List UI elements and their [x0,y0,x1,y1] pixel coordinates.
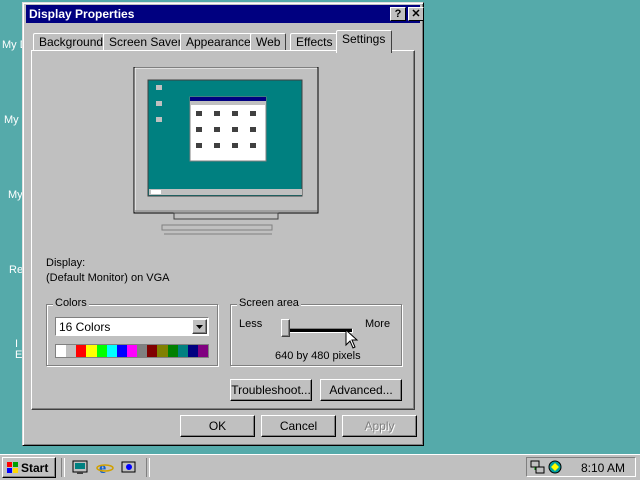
color-swatch [76,345,87,357]
title-bar[interactable]: Display Properties ? ✕ [26,5,424,23]
mouse-cursor-icon [345,329,359,349]
dropdown-arrow-button[interactable] [192,319,207,334]
display-value: (Default Monitor) on VGA [46,272,170,284]
color-swatch [157,345,168,357]
colors-select-value: 16 Colors [59,320,111,334]
show-desktop-icon[interactable] [71,458,89,476]
windows-logo-icon [7,462,18,473]
dialog-title: Display Properties [29,7,135,21]
system-tray: 8:10 AM [526,457,636,477]
color-swatch [56,345,67,357]
color-swatch [167,345,178,357]
taskbar-separator [61,458,65,477]
color-swatch [116,345,127,357]
troubleshoot-button[interactable]: Troubleshoot... [230,379,312,401]
color-swatch [137,345,148,357]
colors-group: Colors 16 Colors [46,297,218,366]
screen-area-group-label: Screen area [237,297,301,309]
clock: 8:10 AM [581,461,626,475]
screen-area-slider-thumb[interactable] [281,319,290,337]
close-button[interactable]: ✕ [408,7,424,21]
colors-group-label: Colors [53,297,89,309]
monitor-preview-icon [133,67,319,235]
color-swatch [66,345,77,357]
taskbar-separator [146,458,150,477]
desktop-icon-label[interactable]: My [8,189,23,201]
cancel-button[interactable]: Cancel [261,415,336,437]
display-properties-dialog: Display Properties ? ✕ Background Screen… [22,2,424,446]
screen-area-group: Screen area Less More 640 by 480 pixels [230,297,402,366]
svg-text:e: e [99,460,106,476]
color-swatch [177,345,188,357]
tab-web[interactable]: Web [250,33,287,51]
tab-appearance[interactable]: Appearance [180,33,257,51]
settings-panel: Display: (Default Monitor) on VGA Colors… [31,50,415,410]
help-button[interactable]: ? [390,7,406,21]
tab-background[interactable]: Background [33,33,110,51]
color-swatch [187,345,198,357]
color-swatch [147,345,158,357]
tab-effects[interactable]: Effects [290,33,339,51]
desktop-icon-label[interactable]: My [4,114,19,126]
channels-icon[interactable] [120,458,138,476]
chevron-down-icon [196,325,203,329]
start-label: Start [21,461,49,475]
slider-track[interactable] [281,328,353,333]
color-swatch [197,345,209,357]
color-swatch [106,345,117,357]
display-label: Display: [46,257,86,269]
start-button[interactable]: Start [2,457,56,478]
taskbar: Start e 8:10 AM [0,454,640,480]
colors-select[interactable]: 16 Colors [55,317,209,336]
network-icon[interactable] [530,459,546,475]
more-label: More [365,318,391,330]
display-settings-icon[interactable] [547,459,563,475]
ok-button[interactable]: OK [180,415,255,437]
advanced-button[interactable]: Advanced... [320,379,402,401]
internet-explorer-icon[interactable]: e [96,458,114,476]
desktop-icon-label[interactable]: Re [9,264,23,276]
color-swatch [96,345,107,357]
color-palette-bar [55,344,209,358]
less-label: Less [239,318,263,330]
color-swatch [86,345,97,357]
color-swatch [126,345,138,357]
tab-screen-saver[interactable]: Screen Saver [103,33,188,51]
resolution-label: 640 by 480 pixels [275,350,361,362]
tab-settings[interactable]: Settings [336,30,392,53]
apply-button[interactable]: Apply [342,415,417,437]
